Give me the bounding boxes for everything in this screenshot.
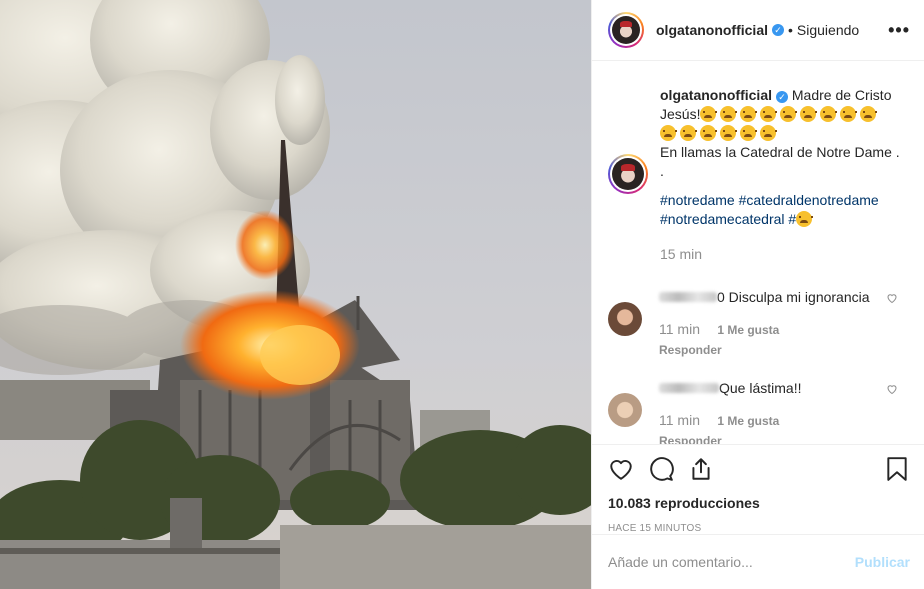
caption-avatar[interactable] xyxy=(608,154,648,194)
disappointed-relieved-emoji xyxy=(840,106,858,122)
disappointed-relieved-emoji xyxy=(780,106,798,122)
disappointed-relieved-emoji xyxy=(796,211,814,227)
comment-likes[interactable]: 1 Me gusta xyxy=(717,323,779,337)
caption-text-3: . xyxy=(660,163,664,179)
username-link[interactable]: olgatanonofficial xyxy=(656,22,768,38)
post-sidebar: olgatanonofficial ✓ • Siguiendo ••• olga… xyxy=(591,0,924,589)
disappointed-relieved-emoji xyxy=(700,125,717,141)
disappointed-relieved-emoji xyxy=(660,125,677,141)
disappointed-relieved-emoji xyxy=(740,106,758,122)
hashtag-link[interactable]: #notredamecatedral xyxy=(660,211,785,227)
blurred-username[interactable] xyxy=(659,292,717,302)
caption-username[interactable]: olgatanonofficial xyxy=(660,87,772,103)
separator-dot: • xyxy=(788,22,793,38)
comment-icon[interactable] xyxy=(648,456,674,482)
like-comment-heart-icon[interactable] xyxy=(886,383,898,395)
disappointed-relieved-emoji xyxy=(760,125,777,141)
post-actions: 10.083 reproducciones HACE 15 MINUTOS xyxy=(592,444,924,534)
disappointed-relieved-emoji xyxy=(800,106,818,122)
disappointed-relieved-emoji xyxy=(760,106,778,122)
commenter-avatar[interactable] xyxy=(608,393,642,427)
disappointed-relieved-emoji xyxy=(860,106,878,122)
share-icon[interactable] xyxy=(688,456,714,482)
reply-button[interactable]: Responder xyxy=(659,341,889,359)
hashtag-link[interactable]: #catedraldenotredame xyxy=(739,192,879,208)
comment-likes[interactable]: 1 Me gusta xyxy=(717,414,779,428)
commenter-avatar[interactable] xyxy=(608,302,642,336)
verified-badge-icon: ✓ xyxy=(776,91,788,103)
post-timestamp[interactable]: HACE 15 MINUTOS xyxy=(608,523,908,534)
views-count[interactable]: 10.083 reproducciones xyxy=(608,495,908,511)
comment-input[interactable] xyxy=(608,554,855,570)
comment-text: 0 Disculpa mi ignorancia xyxy=(717,289,870,305)
comment-meta: 11 min 1 Me gusta xyxy=(659,411,889,430)
post-header: olgatanonofficial ✓ • Siguiendo ••• xyxy=(592,0,924,61)
disappointed-relieved-emoji xyxy=(680,125,697,141)
emoji-group xyxy=(660,125,780,141)
bookmark-icon[interactable] xyxy=(886,456,908,482)
comment-time[interactable]: 11 min xyxy=(659,412,700,428)
blurred-username[interactable] xyxy=(659,383,719,393)
hashtag-link[interactable]: #notredame xyxy=(660,192,735,208)
emoji-group xyxy=(700,106,880,122)
caption: olgatanonofficial ✓ Madre de Cristo Jesús… xyxy=(592,62,924,264)
reply-button[interactable]: Responder xyxy=(659,432,889,444)
comment-time[interactable]: 11 min xyxy=(659,321,700,337)
comment-item: Que lástima!! 11 min 1 Me gusta Responde… xyxy=(592,379,924,444)
avatar[interactable] xyxy=(608,12,644,48)
comment-meta: 11 min 1 Me gusta xyxy=(659,320,889,339)
add-comment-bar: Publicar xyxy=(592,534,924,589)
more-options-icon[interactable]: ••• xyxy=(888,20,910,41)
disappointed-relieved-emoji xyxy=(720,125,737,141)
disappointed-relieved-emoji xyxy=(740,125,757,141)
comments-feed[interactable]: olgatanonofficial ✓ Madre de Cristo Jesús… xyxy=(592,62,924,444)
heart-icon[interactable] xyxy=(608,456,634,482)
caption-time[interactable]: 15 min xyxy=(660,245,900,264)
caption-text-2: En llamas la Catedral de Notre Dame . xyxy=(660,144,900,160)
disappointed-relieved-emoji xyxy=(820,106,838,122)
following-button[interactable]: Siguiendo xyxy=(797,22,859,38)
publish-button[interactable]: Publicar xyxy=(855,554,910,570)
comment-item: 0 Disculpa mi ignorancia 11 min 1 Me gus… xyxy=(592,288,924,359)
post-media[interactable] xyxy=(0,0,591,589)
like-comment-heart-icon[interactable] xyxy=(886,292,898,304)
disappointed-relieved-emoji xyxy=(700,106,718,122)
hashtag-link[interactable]: # xyxy=(788,211,796,227)
notre-dame-fire-photo xyxy=(0,0,591,589)
verified-badge-icon: ✓ xyxy=(772,24,784,36)
comment-text: Que lástima!! xyxy=(719,380,802,396)
disappointed-relieved-emoji xyxy=(720,106,738,122)
